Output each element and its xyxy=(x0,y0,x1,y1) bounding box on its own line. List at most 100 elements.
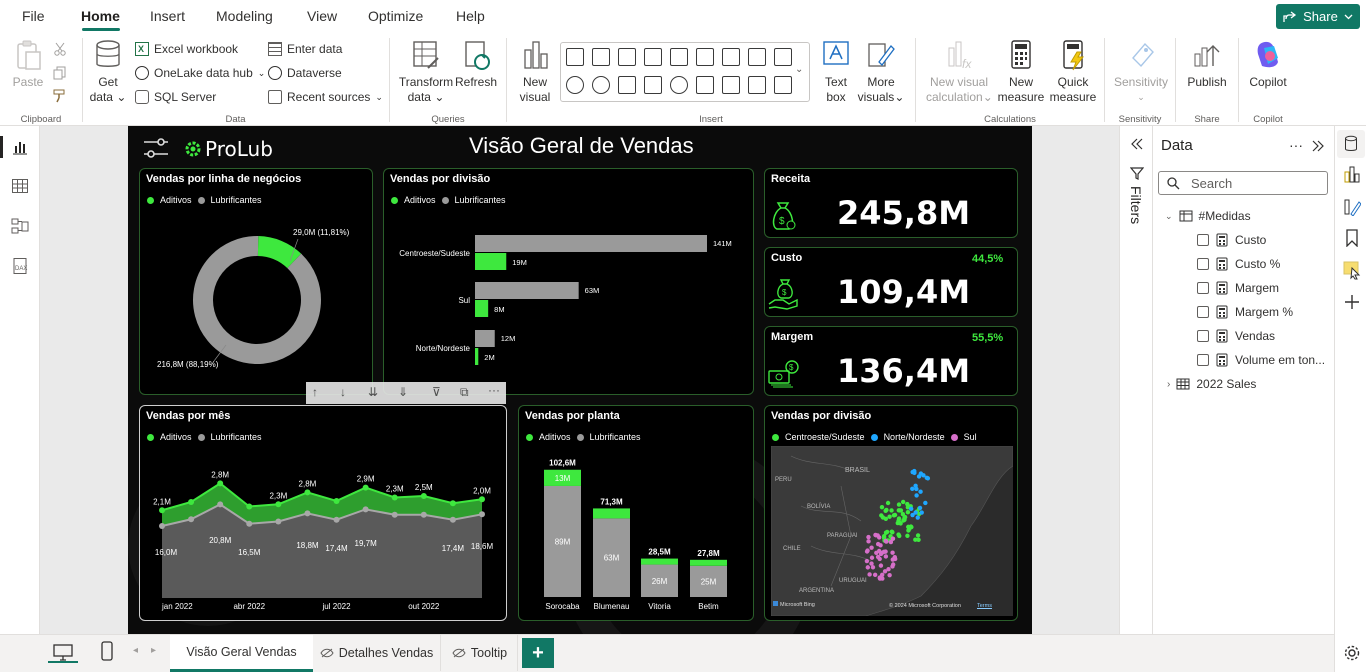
field-custo[interactable]: Custo xyxy=(1197,231,1266,249)
sql-server-button[interactable]: SQL Server xyxy=(135,88,216,106)
focus-mode-icon[interactable]: ⧉ xyxy=(460,385,469,400)
more-options-icon[interactable]: ··· xyxy=(1289,137,1303,153)
expand-all-icon[interactable]: ⇓ xyxy=(398,385,408,399)
expand-chevrons-icon[interactable] xyxy=(1130,138,1144,150)
field-custo[interactable]: Custo % xyxy=(1197,255,1280,273)
multi-row-card-icon[interactable] xyxy=(722,76,740,94)
publish-button[interactable]: Publish xyxy=(1184,38,1230,90)
menu-home[interactable]: Home xyxy=(81,8,120,24)
tab-detalhes-vendas[interactable]: Detalhes Vendas xyxy=(313,635,441,671)
report-view-icon[interactable] xyxy=(11,138,29,156)
donut-chart-card[interactable]: Vendas por linha de negócios Aditivos Lu… xyxy=(139,168,373,395)
map-icon[interactable] xyxy=(644,76,662,94)
field-checkbox[interactable] xyxy=(1197,258,1209,270)
bookmark-icon[interactable] xyxy=(1345,229,1359,247)
paste-button[interactable]: Paste xyxy=(10,38,46,90)
stacked-column-icon[interactable] xyxy=(670,48,688,66)
mobile-layout-icon[interactable] xyxy=(100,641,114,661)
collapse-pane-icon[interactable] xyxy=(1312,140,1324,152)
field-checkbox[interactable] xyxy=(1197,330,1209,342)
menu-help[interactable]: Help xyxy=(456,8,485,24)
menu-file[interactable]: File xyxy=(22,8,45,24)
filters-pane-collapsed[interactable]: Filters xyxy=(1119,126,1153,634)
menu-view[interactable]: View xyxy=(307,8,337,24)
onelake-button[interactable]: OneLake data hub ⌄ xyxy=(135,64,265,82)
filter-icon[interactable]: ⊽ xyxy=(432,385,441,399)
field-checkbox[interactable] xyxy=(1197,354,1209,366)
gauge-icon[interactable] xyxy=(670,76,688,94)
scroll-left-icon[interactable]: ◂ xyxy=(133,645,138,656)
line-chart-icon[interactable] xyxy=(722,48,740,66)
add-pane-icon[interactable] xyxy=(1343,293,1361,311)
filter-toggle-icon[interactable] xyxy=(142,136,170,160)
menu-modeling[interactable]: Modeling xyxy=(216,8,273,24)
drill-down-icon[interactable]: ↓ xyxy=(340,385,346,399)
scroll-right-icon[interactable]: ▸ xyxy=(151,645,156,656)
stacked-bar-icon[interactable] xyxy=(566,48,584,66)
field-vendas[interactable]: Vendas xyxy=(1197,327,1275,345)
more-visuals-button[interactable]: More visuals⌄ xyxy=(857,38,905,105)
drill-up-icon[interactable]: ↑ xyxy=(312,385,318,399)
data-pane-tab[interactable] xyxy=(1337,130,1365,158)
table-node-medidas[interactable]: ⌄ #Medidas xyxy=(1165,207,1251,225)
field-checkbox[interactable] xyxy=(1197,282,1209,294)
matrix-icon[interactable] xyxy=(774,76,792,94)
kpi-card-custo[interactable]: Custo 44,5% $ 109,4M xyxy=(764,247,1018,317)
combo-chart-icon[interactable] xyxy=(696,48,714,66)
clustered-column-icon[interactable] xyxy=(592,48,610,66)
search-input[interactable]: Search xyxy=(1158,171,1328,195)
table-icon[interactable] xyxy=(748,76,766,94)
field-checkbox[interactable] xyxy=(1197,306,1209,318)
dax-query-view-icon[interactable]: DAX xyxy=(11,257,29,275)
ribbon-chart-icon[interactable] xyxy=(774,48,792,66)
map-terms-link[interactable]: Terms xyxy=(977,603,992,609)
table-view-icon[interactable] xyxy=(11,177,29,195)
field-volume-em-ton[interactable]: Volume em ton... xyxy=(1197,351,1325,369)
area-chart-icon[interactable] xyxy=(748,48,766,66)
menu-insert[interactable]: Insert xyxy=(150,8,185,24)
recent-sources-button[interactable]: Recent sources ⌄ xyxy=(268,88,383,106)
chevron-down-icon[interactable]: ⌄ xyxy=(1165,211,1173,222)
share-button[interactable]: Share xyxy=(1276,4,1360,29)
tab-tooltip[interactable]: Tooltip xyxy=(442,635,518,671)
excel-workbook-button[interactable]: X Excel workbook xyxy=(135,40,238,58)
pie-chart-icon[interactable] xyxy=(566,76,584,94)
desktop-layout-icon[interactable] xyxy=(52,643,74,661)
field-checkbox[interactable] xyxy=(1197,234,1209,246)
expand-next-level-icon[interactable]: ⇊ xyxy=(368,385,378,399)
field-margem[interactable]: Margem % xyxy=(1197,303,1293,321)
model-view-icon[interactable] xyxy=(11,217,29,235)
copilot-button[interactable]: Copilot xyxy=(1243,38,1293,90)
tab-visao-geral-vendas[interactable]: Visão Geral Vendas xyxy=(170,635,313,672)
card-icon[interactable] xyxy=(696,76,714,94)
dataverse-button[interactable]: Dataverse xyxy=(268,64,342,82)
new-measure-button[interactable]: New measure xyxy=(996,38,1046,105)
refresh-button[interactable]: Refresh xyxy=(454,38,498,90)
field-margem[interactable]: Margem xyxy=(1197,279,1279,297)
new-visual-calculation-button[interactable]: fx New visual calculation⌄ xyxy=(926,38,993,105)
gallery-expand-icon[interactable]: ⌄ xyxy=(795,64,811,80)
plant-sales-chart-card[interactable]: Vendas por planta Aditivos Lubrificantes… xyxy=(518,405,754,621)
kpi-card-receita[interactable]: Receita $ 245,8M xyxy=(764,168,1018,238)
sensitivity-button[interactable]: Sensitivity ⌄ xyxy=(1111,38,1171,105)
enter-data-button[interactable]: Enter data xyxy=(268,40,342,58)
more-options-icon[interactable]: ··· xyxy=(488,383,500,397)
get-data-button[interactable]: Get data ⌄ xyxy=(89,38,127,105)
menu-optimize[interactable]: Optimize xyxy=(368,8,423,24)
selection-icon[interactable] xyxy=(1343,260,1361,280)
settings-gear-icon[interactable] xyxy=(1343,644,1361,662)
build-visual-icon[interactable] xyxy=(1343,164,1361,184)
add-page-button[interactable]: + xyxy=(522,638,554,668)
text-box-button[interactable]: Text box xyxy=(817,38,855,105)
format-painter-icon[interactable] xyxy=(53,89,67,103)
column-chart-icon[interactable] xyxy=(644,48,662,66)
new-visual-button[interactable]: New visual xyxy=(515,38,555,105)
quick-measure-button[interactable]: Quick measure xyxy=(1048,38,1098,105)
donut-chart-icon[interactable] xyxy=(592,76,610,94)
clustered-bar-icon[interactable] xyxy=(618,48,636,66)
cut-icon[interactable] xyxy=(53,42,67,56)
visuals-gallery[interactable] xyxy=(560,42,810,102)
format-visual-icon[interactable] xyxy=(1343,196,1361,216)
division-bar-chart-card[interactable]: Vendas por divisão Aditivos Lubrificante… xyxy=(383,168,754,395)
transform-data-button[interactable]: Transform data ⌄ xyxy=(398,38,454,105)
